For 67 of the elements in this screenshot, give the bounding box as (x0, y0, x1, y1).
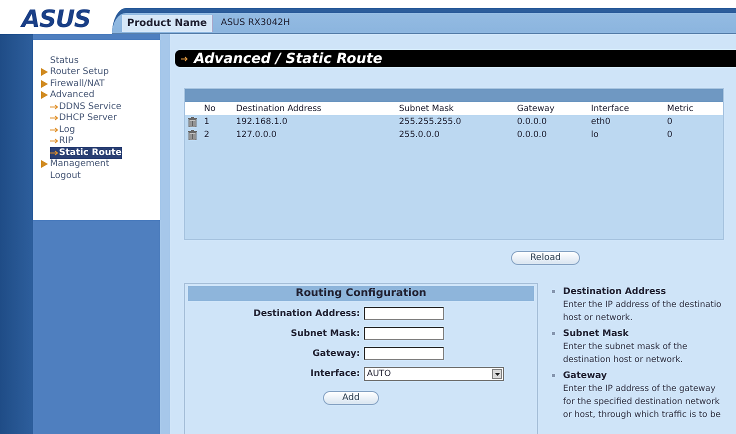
caret-icon (494, 372, 500, 376)
bullet-icon (552, 290, 555, 293)
input-field[interactable] (364, 327, 444, 340)
table-cell-text: 1 (203, 116, 210, 126)
menu-item[interactable]: Log (50, 124, 76, 136)
help-title: Destination Address (563, 286, 668, 299)
column-header: Destination Address (235, 104, 322, 114)
arrow-icon (50, 150, 59, 156)
menu-item[interactable]: Firewall/NAT (41, 78, 105, 90)
reload-button[interactable]: Reload (511, 251, 580, 265)
arrow-icon (50, 104, 59, 110)
arrow-icon (50, 115, 59, 122)
help-text: destination host or network. (563, 354, 684, 367)
field-label: Interface: (309, 369, 361, 379)
menu-item[interactable]: Static Route (50, 147, 122, 158)
trash-icon[interactable] (188, 130, 197, 140)
table-cell-text: 127.0.0.0 (235, 130, 278, 140)
arrow-icon (181, 56, 188, 62)
trash-icon[interactable] (188, 116, 197, 126)
column-header: No (203, 104, 217, 114)
product-value: ASUS RX3042H (220, 18, 290, 28)
table-cell-text: 0.0.0.0 (516, 116, 548, 126)
table-cell-text: 2 (203, 130, 210, 140)
product-label: Product Name (122, 14, 213, 32)
table-cell-text: 192.168.1.0 (235, 116, 288, 126)
menu-item[interactable]: RIP (50, 136, 74, 147)
input-field[interactable] (364, 347, 444, 360)
help-text: Enter the subnet mask of the (563, 341, 688, 354)
triangle-icon (41, 160, 48, 168)
table-cell-text: eth0 (590, 116, 612, 126)
help-title: Subnet Mask (563, 328, 630, 341)
help-title: Gateway (563, 370, 608, 383)
bullet-icon (552, 332, 555, 335)
column-header: Metric (666, 104, 694, 114)
field-label: Subnet Mask: (290, 329, 361, 339)
menu-item[interactable]: DHCP Server (50, 112, 117, 124)
menu-item[interactable]: Advanced (41, 90, 94, 101)
menu-item[interactable]: Status (41, 55, 79, 66)
config-title: Routing Configuration (188, 286, 534, 301)
field-label: Gateway: (312, 349, 361, 359)
table-cell-text: 0.0.0.0 (516, 130, 548, 140)
table-cell-text: 255.0.0.0 (398, 130, 441, 140)
column-header: Subnet Mask (398, 104, 455, 114)
logo: ASUS (19, 4, 92, 34)
column-header: Interface (590, 104, 630, 114)
table-cell-text: 255.255.255.0 (398, 116, 462, 126)
menu-item[interactable]: DDNS Service (50, 101, 122, 112)
field-label: Destination Address: (252, 309, 361, 319)
menu-item[interactable]: Logout (41, 170, 81, 182)
arrow-icon (50, 126, 59, 133)
table-cell-text: lo (590, 130, 600, 140)
input-field[interactable] (364, 307, 444, 320)
interface-select[interactable]: AUTO (364, 367, 504, 381)
add-button[interactable]: Add (323, 391, 379, 405)
help-text: host or network. (563, 312, 634, 325)
table-cell-text: 0 (666, 130, 674, 140)
bullet-icon (552, 374, 555, 377)
help-text: Enter the IP address of the gateway (563, 383, 717, 396)
arrow-icon (50, 138, 59, 144)
help-text: for the specified destination network (563, 396, 721, 409)
column-header: Gateway (516, 104, 556, 114)
page-title: Advanced / Static Route (194, 50, 382, 66)
menu-item[interactable]: Router Setup (41, 66, 109, 78)
help-text: or host, through which traffic is to be (563, 409, 721, 422)
help-text: Enter the IP address of the destinatio (563, 299, 722, 312)
menu-item[interactable]: Management (41, 158, 110, 170)
table-cell-text: 0 (666, 116, 674, 126)
